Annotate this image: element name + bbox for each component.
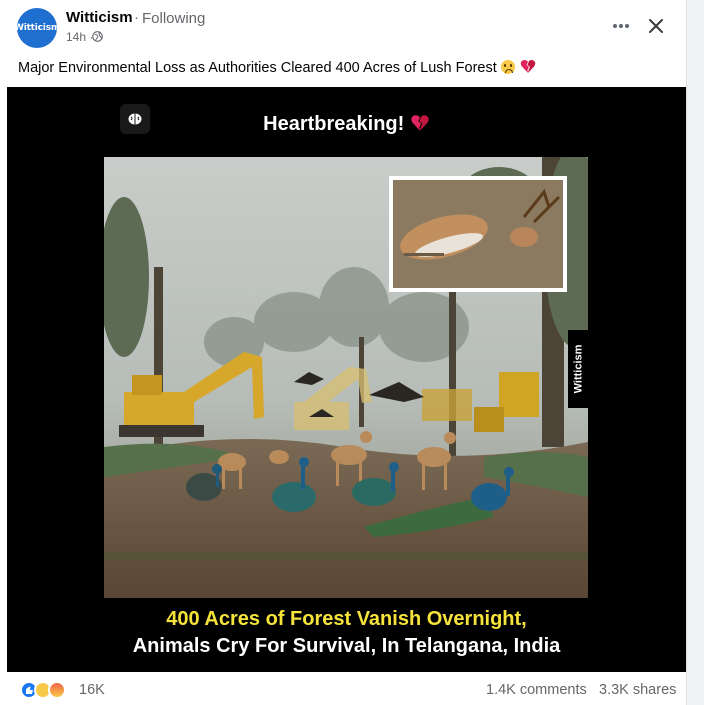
shares-count[interactable]: 3.3K shares bbox=[599, 682, 676, 698]
sad-face-emoji bbox=[500, 60, 515, 74]
post-image[interactable]: Heartbreaking! Witticism 400 Acres of Fo… bbox=[7, 87, 686, 672]
post-time[interactable]: 14h · bbox=[66, 30, 93, 44]
post-caption: Major Environmental Loss as Authorities … bbox=[18, 59, 536, 76]
separator-dot: · bbox=[134, 9, 139, 26]
post-footer: 16K 1.4K comments 3.3K shares bbox=[0, 674, 686, 705]
close-button[interactable] bbox=[644, 14, 668, 38]
post-card: Witticism Witticism · Following 14h · Ma… bbox=[0, 0, 687, 705]
broken-heart-icon bbox=[411, 115, 429, 131]
headline-text: Heartbreaking! bbox=[263, 113, 405, 135]
image-caption-line1: 400 Acres of Forest Vanish Overnight, bbox=[166, 608, 527, 630]
more-options-icon bbox=[613, 24, 629, 28]
image-caption-line2: Animals Cry For Survival, In Telangana, … bbox=[132, 635, 561, 657]
forest-photo bbox=[104, 157, 588, 598]
caption-text: Major Environmental Loss as Authorities … bbox=[18, 60, 497, 76]
angry-reaction-icon bbox=[48, 681, 66, 699]
more-options-button[interactable] bbox=[610, 15, 632, 37]
broken-heart-emoji bbox=[520, 59, 536, 73]
time-text[interactable]: 14h bbox=[66, 30, 86, 44]
forest-clearing-illustration bbox=[104, 157, 588, 598]
close-icon bbox=[649, 19, 663, 33]
reaction-count[interactable]: 16K bbox=[79, 682, 105, 698]
reactions-summary[interactable] bbox=[20, 681, 80, 699]
deer-inset-photo bbox=[389, 176, 567, 292]
follow-status[interactable]: Following bbox=[142, 10, 205, 27]
watermark-text: Witticism bbox=[572, 344, 585, 394]
avatar[interactable]: Witticism bbox=[14, 8, 60, 48]
image-headline: Heartbreaking! bbox=[7, 113, 686, 136]
globe-icon bbox=[92, 31, 103, 42]
comments-count[interactable]: 1.4K comments bbox=[486, 682, 587, 698]
author-name[interactable]: Witticism bbox=[66, 9, 133, 26]
watermark-tag: Witticism bbox=[568, 330, 588, 408]
post-header: Witticism Witticism · Following 14h · bbox=[0, 0, 686, 50]
